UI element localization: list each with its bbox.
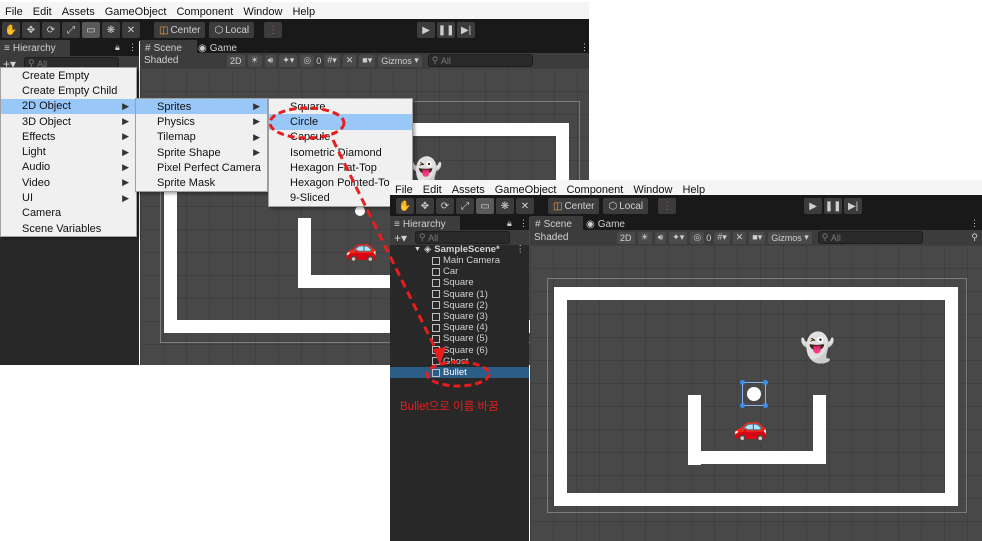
annotation-overlay: [268, 106, 491, 388]
connector-arrow: [331, 139, 442, 359]
bullet-highlight: [425, 360, 491, 388]
circle-highlight: [268, 106, 346, 140]
